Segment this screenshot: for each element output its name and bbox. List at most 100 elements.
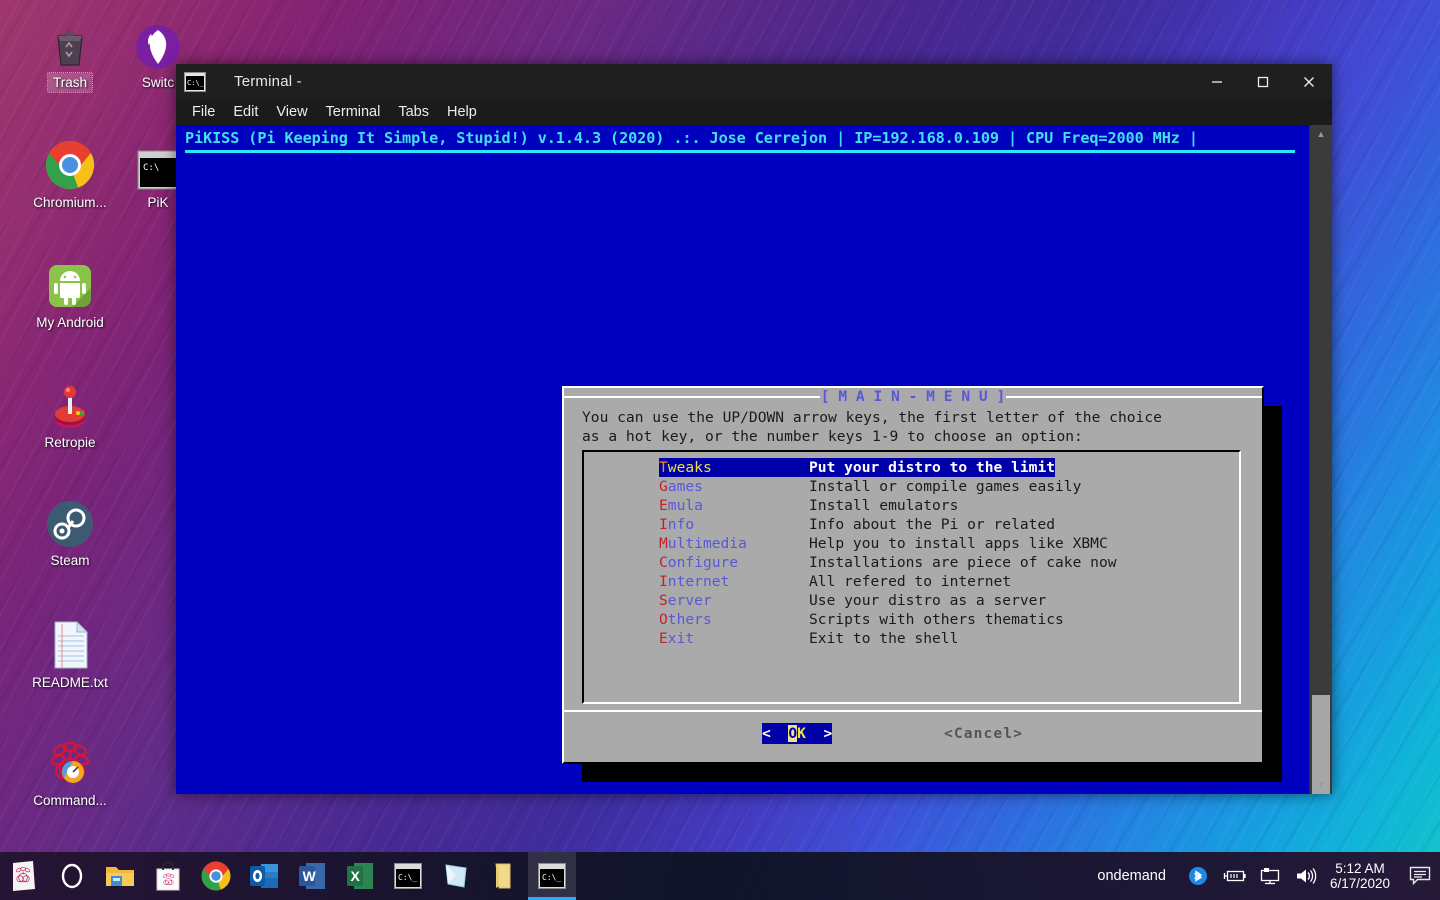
menu-key: Others [659, 610, 809, 629]
menu-description: Help you to install apps like XBMC [809, 535, 1108, 552]
svg-text:X: X [351, 868, 361, 884]
raspberry-pi-icon [0, 730, 140, 788]
desktop-icon-command[interactable]: Command... [0, 730, 140, 810]
svg-text:W: W [303, 868, 317, 884]
menu-item-help[interactable]: Help [439, 101, 485, 123]
menu-item-view[interactable]: View [268, 101, 315, 123]
minimize-icon[interactable] [1194, 64, 1240, 99]
header-rule [185, 150, 1295, 153]
network-icon[interactable] [1252, 852, 1288, 900]
battery-icon[interactable] [1216, 852, 1252, 900]
svg-text:C:\_: C:\_ [187, 79, 205, 87]
menu-item-terminal[interactable]: Terminal [318, 101, 389, 123]
menu-key: Tweaks [659, 458, 809, 477]
desktop-icon-my-android[interactable]: My Android [0, 252, 140, 332]
terminal-scrollbar[interactable]: ▲ ▼ [1309, 125, 1332, 794]
hotkey-letter: I [659, 516, 668, 533]
svg-text:C:\_: C:\_ [542, 873, 561, 882]
title-rule-left [564, 395, 820, 398]
menu-row-info[interactable]: Info Info about the Pi or related [584, 515, 1239, 534]
menu-description: Exit to the shell [809, 630, 959, 647]
taskbar-cortana-icon[interactable] [48, 852, 96, 900]
hotkey-letter: I [659, 573, 668, 590]
taskbar: W X C:\_ C:\_ ondemand 5:12 AM 6/17/2020 [0, 852, 1440, 900]
taskbar-word-icon[interactable]: W [288, 852, 336, 900]
close-icon[interactable] [1286, 64, 1332, 99]
menu-key-rest: erver [667, 592, 712, 609]
menu-key-rest: xit [667, 630, 695, 647]
svg-text:C:\_: C:\_ [398, 873, 417, 882]
taskbar-excel-icon[interactable]: X [336, 852, 384, 900]
taskbar-folder-icon[interactable] [480, 852, 528, 900]
window-title-bar[interactable]: C:\_ Terminal - [176, 64, 1332, 99]
menu-key-rest: nfo [667, 516, 695, 533]
ok-hotkey-letter: O [788, 725, 798, 742]
dialog-prompt: You can use the UP/DOWN arrow keys, the … [582, 408, 1162, 446]
ok-bracket-left: < [762, 725, 789, 742]
window-controls [1194, 64, 1332, 99]
desktop-icon-retropie[interactable]: Retropie [0, 372, 140, 452]
menu-item-tabs[interactable]: Tabs [390, 101, 437, 123]
taskbar-start-raspberry-icon[interactable] [0, 852, 48, 900]
menu-key-rest: ultimedia [667, 535, 747, 552]
taskbar-clock[interactable]: 5:12 AM 6/17/2020 [1330, 852, 1390, 900]
ok-letter-k: K [797, 725, 806, 742]
hotkey-letter: S [659, 592, 668, 609]
hotkey-letter: M [659, 535, 668, 552]
desktop-icon-label: Trash [46, 72, 94, 93]
menu-item-edit[interactable]: Edit [225, 101, 266, 123]
joystick-icon [0, 372, 140, 430]
main-menu-dialog[interactable]: [ M A I N - M E N U ] You can use the UP… [562, 386, 1264, 764]
menu-row-configure[interactable]: Configure Installations are piece of cak… [584, 553, 1239, 572]
desktop-icon-steam[interactable]: Steam [0, 490, 140, 570]
menu-row-server[interactable]: Server Use your distro as a server [584, 591, 1239, 610]
menu-description: Scripts with others thematics [809, 611, 1064, 628]
menu-row-multimedia[interactable]: Multimedia Help you to install apps like… [584, 534, 1239, 553]
taskbar-pi-store-icon[interactable] [144, 852, 192, 900]
title-rule-right [1006, 395, 1263, 398]
taskbar-terminal-icon[interactable]: C:\_ [384, 852, 432, 900]
taskbar-chrome-icon[interactable] [192, 852, 240, 900]
menu-key-rest: nternet [667, 573, 730, 590]
android-icon [0, 252, 140, 310]
bluetooth-icon[interactable] [1180, 852, 1216, 900]
terminal-icon: C:\_ [184, 71, 206, 92]
volume-icon[interactable] [1288, 852, 1324, 900]
text-file-icon [0, 612, 140, 670]
action-center-icon[interactable] [1400, 852, 1440, 900]
desktop-icon-readme[interactable]: README.txt [0, 612, 140, 692]
scroll-up-arrow-icon[interactable]: ▲ [1310, 125, 1332, 143]
menu-row-others[interactable]: Others Scripts with others thematics [584, 610, 1239, 629]
dialog-title-row: [ M A I N - M E N U ] [564, 387, 1263, 405]
menu-description: Use your distro as a server [809, 592, 1047, 609]
taskbar-terminal-active-icon[interactable]: C:\_ [528, 852, 576, 900]
clock-date: 6/17/2020 [1329, 876, 1390, 891]
menu-list-box[interactable]: Tweaks Put your distro to the limit Game… [582, 450, 1241, 704]
ok-bracket-right: > [805, 725, 833, 742]
menu-row-emula[interactable]: Emula Install emulators [584, 496, 1239, 515]
system-tray: ondemand 5:12 AM 6/17/2020 [1097, 852, 1440, 900]
hotkey-letter: G [659, 478, 668, 495]
hotkey-letter: E [659, 630, 668, 647]
menu-description: Install or compile games easily [809, 478, 1082, 495]
ok-button[interactable]: < OK > [762, 723, 833, 744]
menu-key: Exit [659, 629, 809, 648]
scroll-down-arrow-icon[interactable]: ▼ [1310, 776, 1332, 794]
taskbar-sticky-notes-icon[interactable] [432, 852, 480, 900]
taskbar-file-explorer-icon[interactable] [96, 852, 144, 900]
maximize-icon[interactable] [1240, 64, 1286, 99]
menu-row-exit[interactable]: Exit Exit to the shell [584, 629, 1239, 648]
menu-key: Emula [659, 496, 809, 515]
hotkey-letter: E [659, 497, 668, 514]
taskbar-outlook-icon[interactable] [240, 852, 288, 900]
svg-text:C:\: C:\ [143, 163, 159, 173]
cancel-button[interactable]: <Cancel> [944, 723, 1023, 744]
desktop-icon-label: Retropie [44, 435, 96, 450]
cpu-governor-label: ondemand [1097, 868, 1166, 884]
terminal-window[interactable]: C:\_ Terminal - File Edit View Terminal … [176, 64, 1332, 794]
menu-row-tweaks[interactable]: Tweaks Put your distro to the limit [584, 458, 1239, 477]
terminal-body[interactable]: PiKISS (Pi Keeping It Simple, Stupid!) v… [176, 125, 1332, 794]
menu-item-file[interactable]: File [184, 101, 223, 123]
menu-row-games[interactable]: Games Install or compile games easily [584, 477, 1239, 496]
menu-row-internet[interactable]: Internet All refered to internet [584, 572, 1239, 591]
